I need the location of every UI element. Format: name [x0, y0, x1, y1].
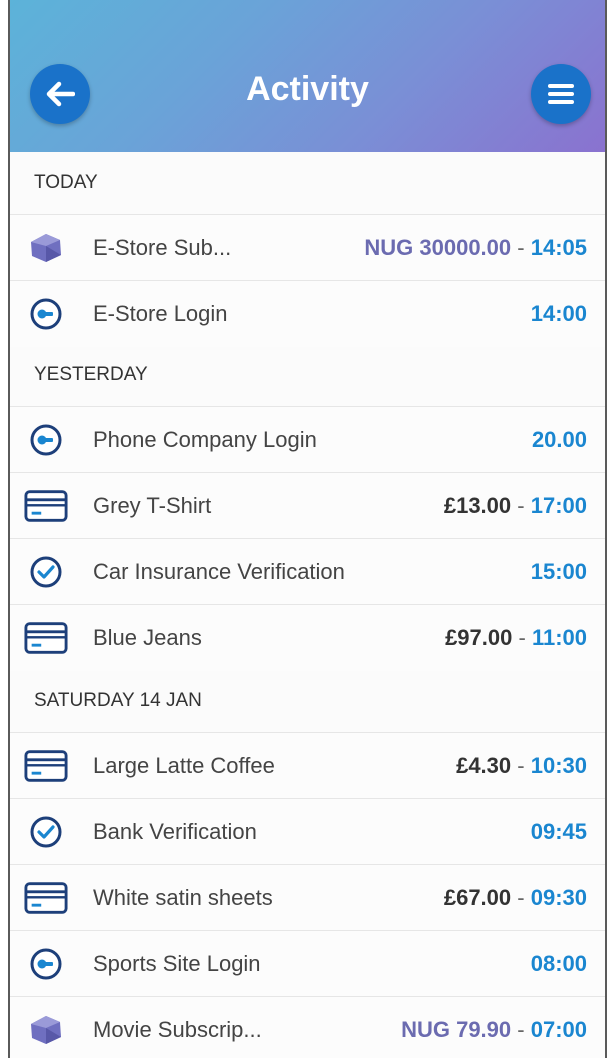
activity-item[interactable]: Movie Subscrip... NUG 79.90 - 07:00 — [10, 996, 605, 1058]
activity-meta: £97.00 - 11:00 — [445, 625, 587, 651]
activity-time: 14:00 — [530, 301, 587, 326]
activity-meta: 15:00 — [531, 559, 587, 585]
activity-title: Grey T-Shirt — [93, 493, 212, 518]
activity-meta: 08:00 — [531, 951, 587, 977]
gem-icon — [24, 1010, 68, 1050]
activity-time: 20.00 — [531, 427, 587, 452]
activity-item[interactable]: Large Latte Coffee £4.30 - 10:30 — [10, 732, 605, 799]
activity-time: 10:30 — [530, 753, 587, 778]
amount-time-separator: - — [517, 885, 525, 910]
page-title: Activity — [246, 70, 369, 108]
activity-item[interactable]: E-Store Login 14:00 — [10, 280, 605, 347]
activity-time: 08:00 — [530, 951, 587, 976]
credit-card-icon — [24, 746, 68, 786]
activity-meta: £13.00 - 17:00 — [444, 493, 587, 519]
activity-time: 07:00 — [530, 1017, 587, 1042]
gem-icon — [24, 228, 68, 268]
activity-meta: £67.00 - 09:30 — [444, 885, 587, 911]
activity-title: Movie Subscrip... — [93, 1017, 262, 1042]
activity-title: Phone Company Login — [93, 427, 317, 452]
header-bar: Activity — [10, 0, 605, 152]
activity-title: Large Latte Coffee — [93, 753, 275, 778]
amount-time-separator: - — [517, 1017, 525, 1042]
credit-card-icon — [24, 486, 68, 526]
section-header: SATURDAY 14 JAN — [34, 690, 202, 711]
activity-meta: 20.00 — [532, 427, 587, 453]
amount-time-separator: - — [517, 493, 525, 518]
activity-meta: 14:00 — [531, 301, 587, 327]
activity-title: Blue Jeans — [93, 625, 202, 650]
section-header: TODAY — [34, 172, 98, 193]
activity-item[interactable]: Car Insurance Verification 15:00 — [10, 538, 605, 605]
activity-time: 09:30 — [530, 885, 587, 910]
activity-meta: £4.30 - 10:30 — [456, 753, 587, 779]
activity-screen: Activity TODAY E-Store Sub... NUG 30000.00… — [8, 0, 607, 1058]
activity-title: White satin sheets — [93, 885, 273, 910]
activity-meta: NUG 79.90 - 07:00 — [401, 1017, 587, 1043]
activity-amount: £4.30 — [456, 753, 512, 778]
amount-time-separator: - — [518, 625, 526, 650]
check-circle-icon — [24, 812, 68, 852]
amount-time-separator: - — [517, 235, 525, 260]
key-login-icon — [24, 420, 68, 460]
key-login-icon — [24, 944, 68, 984]
activity-item[interactable]: Grey T-Shirt £13.00 - 17:00 — [10, 472, 605, 539]
key-login-icon — [24, 294, 68, 334]
credit-card-icon — [24, 878, 68, 918]
activity-title: E-Store Sub... — [93, 235, 232, 260]
activity-item[interactable]: Sports Site Login 08:00 — [10, 930, 605, 997]
activity-time: 14:05 — [530, 235, 587, 260]
activity-title: Car Insurance Verification — [93, 559, 345, 584]
activity-item[interactable]: White satin sheets £67.00 - 09:30 — [10, 864, 605, 931]
activity-amount: £13.00 — [443, 493, 512, 518]
section-header: YESTERDAY — [34, 364, 148, 385]
activity-meta: 09:45 — [531, 819, 587, 845]
activity-item[interactable]: Bank Verification 09:45 — [10, 798, 605, 865]
activity-time: 15:00 — [530, 559, 587, 584]
amount-time-separator: - — [517, 753, 525, 778]
activity-amount: £97.00 — [445, 625, 513, 650]
activity-amount: NUG 79.90 — [401, 1017, 512, 1042]
activity-amount: £67.00 — [443, 885, 512, 910]
activity-time: 09:45 — [530, 819, 587, 844]
activity-title: E-Store Login — [93, 301, 228, 326]
activity-title: Bank Verification — [93, 819, 257, 844]
menu-button[interactable] — [531, 64, 591, 124]
activity-amount: NUG 30000.00 — [364, 235, 512, 260]
activity-meta: NUG 30000.00 - 14:05 — [364, 235, 587, 261]
activity-item[interactable]: Blue Jeans £97.00 - 11:00 — [10, 604, 605, 671]
activity-time: 17:00 — [530, 493, 587, 518]
hamburger-menu-icon — [548, 84, 574, 104]
credit-card-icon — [24, 618, 68, 658]
activity-title: Sports Site Login — [93, 951, 261, 976]
check-circle-icon — [24, 552, 68, 592]
activity-time: 11:00 — [531, 625, 587, 650]
activity-item[interactable]: Phone Company Login 20.00 — [10, 406, 605, 473]
activity-item[interactable]: E-Store Sub... NUG 30000.00 - 14:05 — [10, 214, 605, 281]
